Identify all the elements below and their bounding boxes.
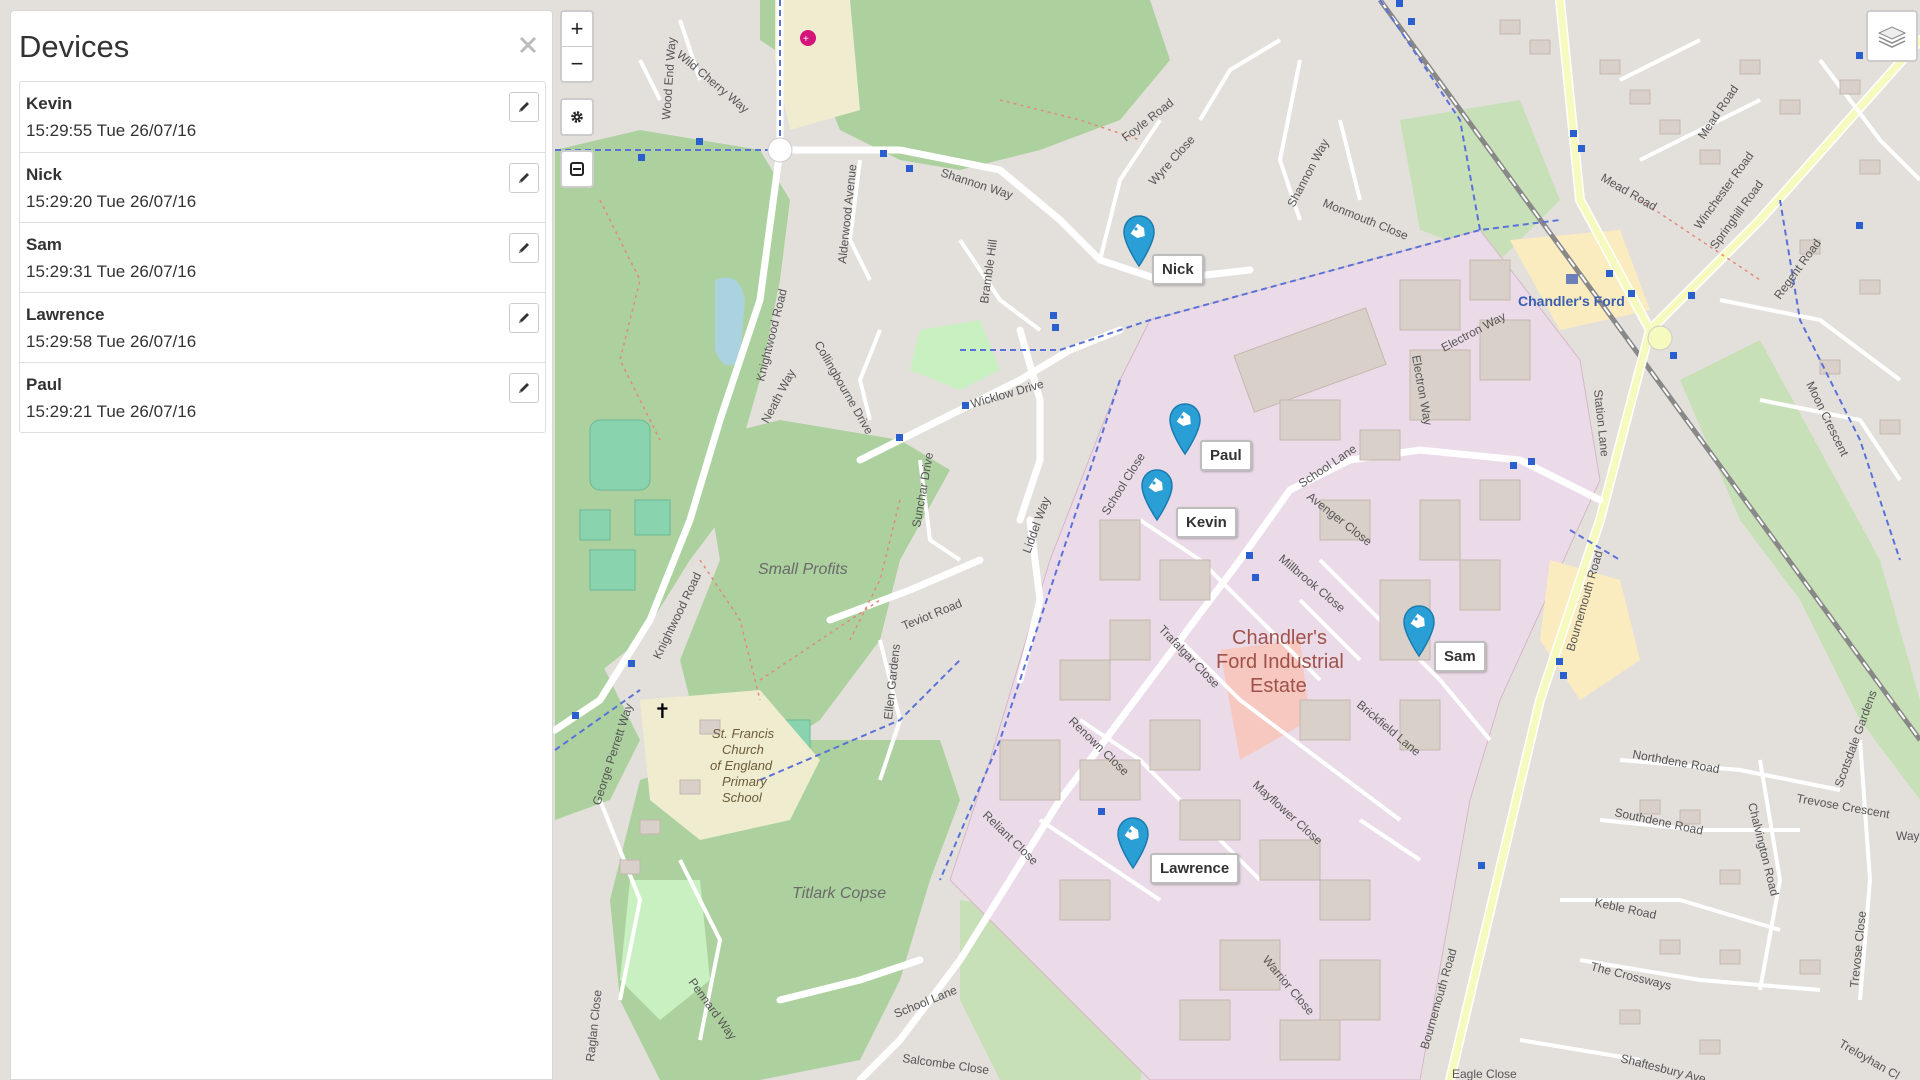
settings-button[interactable] (560, 98, 594, 136)
map-marker-icon (1123, 215, 1155, 268)
marker-label-lawrence[interactable]: Lawrence (1150, 853, 1240, 884)
device-timestamp: 15:29:21 Tue 26/07/16 (26, 402, 197, 421)
marker-label-kevin[interactable]: Kevin (1176, 507, 1237, 538)
edit-button[interactable] (509, 303, 539, 333)
marker-paul[interactable] (1168, 402, 1202, 456)
label-way: Way (1896, 829, 1920, 843)
zoom-control: + − (560, 10, 594, 83)
label-chandlers-ford: Chandler's Ford (1518, 293, 1625, 309)
map-marker-icon (1169, 403, 1201, 456)
svg-text:✝: ✝ (654, 699, 671, 723)
map-marker-icon (1117, 817, 1149, 870)
edit-button[interactable] (509, 373, 539, 403)
close-button[interactable] (514, 31, 542, 59)
close-icon (519, 36, 537, 54)
label-titlark-copse: Titlark Copse (792, 885, 886, 902)
device-item-lawrence[interactable]: Lawrence 15:29:58 Tue 26/07/16 (20, 292, 545, 362)
layers-icon (1877, 26, 1907, 48)
marker-label-sam[interactable]: Sam (1434, 641, 1486, 672)
marker-kevin[interactable] (1140, 468, 1174, 522)
label-school-5: School (722, 790, 763, 805)
panel-header: Devices (11, 11, 552, 81)
edit-button[interactable] (509, 233, 539, 263)
marker-label-paul[interactable]: Paul (1200, 440, 1252, 471)
pencil-icon (519, 243, 529, 253)
label-school-4: Primary (722, 774, 768, 789)
label-school-1: St. Francis (712, 726, 775, 741)
label-industrial-3: Estate (1250, 675, 1307, 697)
layers-button[interactable] (1866, 10, 1918, 62)
marker-nick[interactable] (1122, 214, 1156, 268)
device-name: Lawrence (26, 305, 105, 324)
device-name: Sam (26, 235, 62, 254)
label-school-3: of England (710, 758, 773, 773)
map-marker-icon (1403, 605, 1435, 658)
device-item-sam[interactable]: Sam 15:29:31 Tue 26/07/16 (20, 222, 545, 292)
edit-button[interactable] (509, 163, 539, 193)
marker-lawrence[interactable] (1116, 816, 1150, 870)
label-industrial-2: Ford Industrial (1216, 651, 1344, 673)
device-timestamp: 15:29:31 Tue 26/07/16 (26, 262, 197, 281)
device-list: Kevin 15:29:55 Tue 26/07/16 Nick 15:29:2… (19, 81, 546, 433)
device-timestamp: 15:29:55 Tue 26/07/16 (26, 121, 197, 140)
device-name: Paul (26, 375, 62, 394)
device-timestamp: 15:29:20 Tue 26/07/16 (26, 192, 197, 211)
zoom-out-button[interactable]: − (562, 46, 592, 81)
pencil-icon (519, 102, 529, 112)
device-name: Kevin (26, 94, 73, 113)
label-industrial-1: Chandler's (1232, 627, 1327, 649)
edit-button[interactable] (509, 92, 539, 122)
map-marker-icon (1141, 469, 1173, 522)
label-eagle-close: Eagle Close (1452, 1067, 1517, 1080)
pencil-icon (519, 383, 529, 393)
label-small-profits: Small Profits (758, 561, 848, 578)
panel-toggle-button[interactable] (560, 150, 594, 188)
device-item-nick[interactable]: Nick 15:29:20 Tue 26/07/16 (20, 152, 545, 222)
label-school-2: Church (722, 742, 764, 757)
panel-toggle-icon (570, 162, 584, 176)
device-name: Nick (26, 165, 62, 184)
devices-panel: Devices Kevin 15:29:55 Tue 26/07/16 Nick… (10, 10, 553, 1080)
device-timestamp: 15:29:58 Tue 26/07/16 (26, 332, 197, 351)
panel-title: Devices (19, 29, 130, 64)
marker-label-nick[interactable]: Nick (1152, 254, 1204, 285)
gear-icon (571, 111, 583, 123)
svg-text:+: + (803, 34, 809, 45)
pencil-icon (519, 313, 529, 323)
zoom-in-button[interactable]: + (562, 12, 592, 46)
marker-sam[interactable] (1402, 604, 1436, 658)
device-item-kevin[interactable]: Kevin 15:29:55 Tue 26/07/16 (20, 82, 545, 152)
device-item-paul[interactable]: Paul 15:29:21 Tue 26/07/16 (20, 362, 545, 432)
pencil-icon (519, 173, 529, 183)
